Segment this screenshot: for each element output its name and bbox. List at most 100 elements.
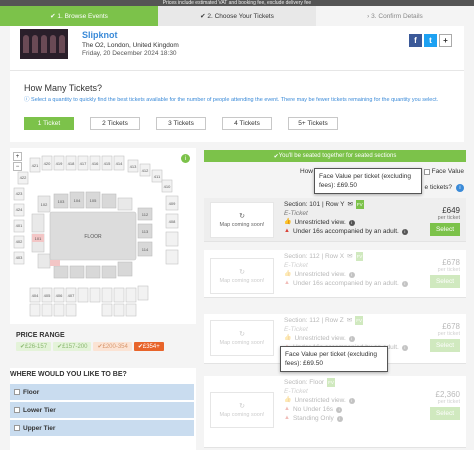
price-range-chips: ✔ £26-157 ✔ £157-200 ✔ £200-354 ✔ £354+ bbox=[16, 342, 196, 351]
per-ticket-label: per ticket bbox=[437, 215, 460, 221]
section-label: 410 bbox=[164, 184, 171, 189]
section-label: 411 bbox=[154, 174, 161, 179]
section-label: 418 bbox=[68, 161, 75, 166]
checkbox[interactable] bbox=[423, 168, 430, 175]
event-header: Slipknot The O2, London, United Kingdom … bbox=[10, 26, 464, 70]
info-icon[interactable]: i bbox=[336, 406, 343, 413]
section-label: 420 bbox=[44, 161, 51, 166]
zone-upper-tier[interactable]: Upper Tier bbox=[10, 420, 194, 436]
per-ticket-label: per ticket bbox=[437, 267, 460, 273]
section-label: 406 bbox=[56, 293, 63, 298]
qty-5plus-button[interactable]: 5+ Tickets bbox=[288, 117, 338, 130]
select-button[interactable]: Select bbox=[430, 339, 460, 352]
price-chip[interactable]: ✔ £26-157 bbox=[16, 342, 52, 351]
step-confirm-details: › 3. Confirm Details bbox=[316, 6, 474, 26]
feature-text: Unrestricted view. bbox=[294, 335, 346, 342]
refresh-icon: ↻ bbox=[239, 269, 245, 276]
seated-together-banner: ✔ You'll be seated together for seated s… bbox=[204, 150, 466, 162]
info-icon[interactable]: i bbox=[348, 219, 355, 226]
thumbs-up-icon: 👍 bbox=[284, 335, 292, 341]
select-button[interactable]: Select bbox=[430, 407, 460, 420]
area-filter-title: WHERE WOULD YOU LIKE TO BE? bbox=[10, 371, 127, 378]
price-chip-selected[interactable]: ✔ £354+ bbox=[133, 342, 164, 351]
listing-row[interactable]: ↻ Map coming soon! Section: 112 | Row X ✉ F… bbox=[204, 250, 466, 298]
section-label: 412 bbox=[142, 168, 149, 173]
qty-1-button[interactable]: 1 Ticket bbox=[24, 117, 74, 130]
ticket-tag-icon: FV bbox=[355, 316, 363, 325]
checkbox[interactable] bbox=[14, 389, 20, 395]
thumbs-up-icon: 👍 bbox=[284, 271, 292, 277]
zoom-out-button[interactable]: − bbox=[13, 162, 22, 171]
check-icon: ✔ bbox=[200, 13, 208, 20]
info-icon[interactable]: i bbox=[348, 397, 355, 404]
zone-label: Upper Tier bbox=[23, 424, 56, 432]
listing-section: Section: Floor bbox=[284, 379, 325, 386]
ticket-type: E-Ticket bbox=[284, 210, 308, 217]
zone-floor[interactable]: Floor bbox=[10, 384, 194, 400]
section-label: 103 bbox=[58, 199, 65, 204]
share-plus-icon[interactable]: + bbox=[439, 34, 452, 47]
info-icon[interactable]: i bbox=[401, 228, 408, 235]
section-label: 419 bbox=[56, 161, 63, 166]
info-icon[interactable]: i bbox=[348, 335, 355, 342]
seating-map[interactable]: + − i 421 420 419 418 417 416 415 414 42… bbox=[10, 148, 196, 324]
section-label: 112 bbox=[142, 212, 149, 217]
info-icon[interactable]: i bbox=[456, 184, 464, 192]
info-icon[interactable]: i bbox=[348, 271, 355, 278]
info-icon[interactable]: i bbox=[401, 280, 408, 287]
checkbox[interactable] bbox=[14, 407, 20, 413]
section-label: 401 bbox=[16, 223, 23, 228]
checkbox[interactable] bbox=[14, 425, 20, 431]
quantity-selector: How Many Tickets? ⓘ Select a quantity to… bbox=[10, 70, 464, 142]
zoom-in-button[interactable]: + bbox=[13, 152, 22, 161]
progress-steps: ✔ 1. Browse Events ✔ 2. Choose Your Tick… bbox=[0, 6, 474, 26]
event-title[interactable]: Slipknot bbox=[82, 30, 118, 40]
feature-text: Unrestricted view. bbox=[294, 271, 346, 278]
section-label: 113 bbox=[142, 229, 149, 234]
price-range-title: PRICE RANGE bbox=[16, 332, 65, 339]
face-value-tooltip: Face Value per ticket (excluding fees): … bbox=[280, 346, 388, 372]
twitter-icon[interactable]: t bbox=[424, 34, 437, 47]
qty-2-button[interactable]: 2 Tickets bbox=[90, 117, 140, 130]
info-icon[interactable]: i bbox=[401, 344, 408, 351]
section-label: 105 bbox=[90, 198, 97, 203]
face-value-toggle[interactable]: Face Value bbox=[423, 168, 464, 175]
ticket-type: E-Ticket bbox=[284, 262, 308, 269]
section-label: 402 bbox=[16, 239, 23, 244]
per-ticket-label: per ticket bbox=[437, 399, 460, 405]
refresh-icon: ↻ bbox=[239, 213, 245, 220]
event-poster bbox=[20, 29, 68, 59]
mail-icon: ✉ bbox=[346, 317, 353, 324]
listing-row[interactable]: ↻ Map coming soon! Section: Floor FV E-Tic… bbox=[204, 376, 466, 448]
listing-price: £678 bbox=[442, 322, 460, 331]
price-chip[interactable]: ✔ £157-200 bbox=[53, 342, 92, 351]
thumbs-up-icon: 👍 bbox=[284, 397, 292, 403]
select-button[interactable]: Select bbox=[430, 223, 460, 236]
area-filter: WHERE WOULD YOU LIKE TO BE? Floor Lower … bbox=[10, 368, 196, 450]
section-label: 101 bbox=[35, 236, 42, 241]
listing-section: Section: 112 | Row X bbox=[284, 253, 345, 260]
section-label: 403 bbox=[16, 255, 23, 260]
step-browse-events[interactable]: ✔ 1. Browse Events bbox=[0, 6, 158, 26]
listing-price: £649 bbox=[442, 206, 460, 215]
feature-text: Unrestricted view. bbox=[294, 219, 346, 226]
price-chip[interactable]: ✔ £200-354 bbox=[93, 342, 132, 351]
listing-row[interactable]: ↻ Map coming soon! Section: 101 | Row Y ✉ F… bbox=[204, 198, 466, 242]
feature-text: Standing Only bbox=[292, 415, 334, 422]
section-label: 416 bbox=[92, 161, 99, 166]
zone-lower-tier[interactable]: Lower Tier bbox=[10, 402, 194, 418]
qty-3-button[interactable]: 3 Tickets bbox=[156, 117, 206, 130]
section-label: 415 bbox=[104, 161, 111, 166]
info-icon[interactable]: i bbox=[336, 415, 343, 422]
step-label: 3. Confirm Details bbox=[371, 12, 423, 20]
section-label: 102 bbox=[41, 202, 48, 207]
section-label: 413 bbox=[130, 164, 137, 169]
check-icon: ✔ bbox=[50, 13, 58, 20]
select-button[interactable]: Select bbox=[430, 275, 460, 288]
face-value-tooltip: Face Value per ticket (excluding fees): … bbox=[314, 168, 422, 194]
thumbs-up-icon: 👍 bbox=[284, 219, 292, 225]
step-choose-tickets: ✔ 2. Choose Your Tickets bbox=[158, 6, 316, 26]
map-info-icon[interactable]: i bbox=[181, 154, 190, 163]
qty-4-button[interactable]: 4 Tickets bbox=[222, 117, 272, 130]
facebook-icon[interactable]: f bbox=[409, 34, 422, 47]
